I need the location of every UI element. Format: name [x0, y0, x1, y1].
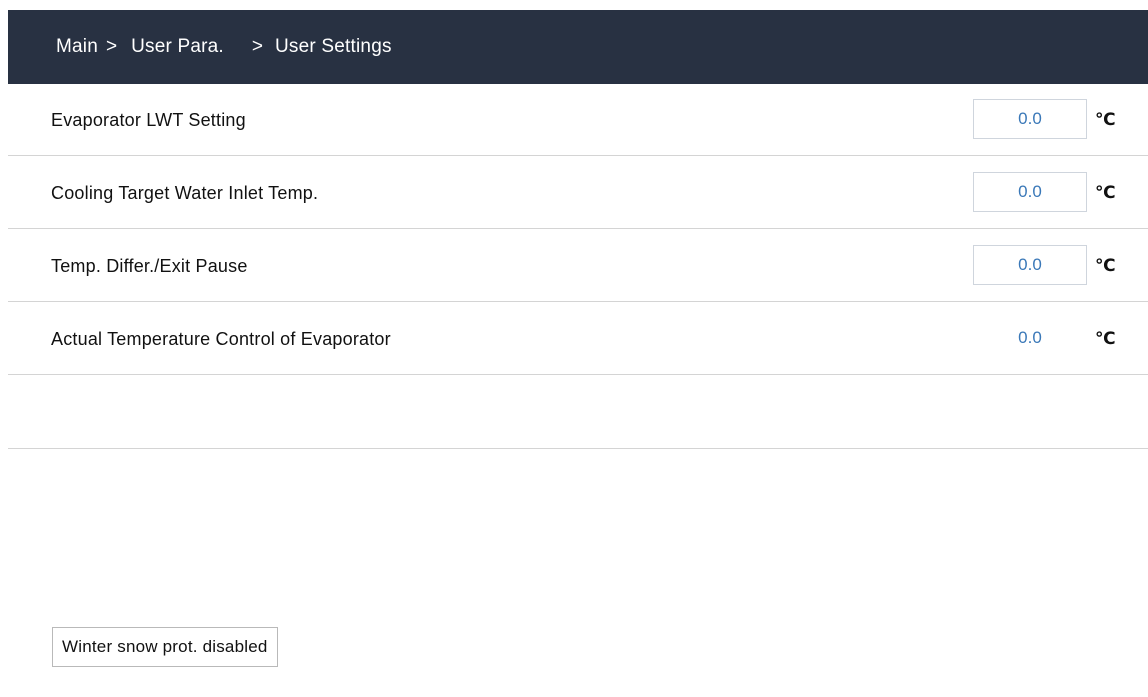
breadcrumb-item-main[interactable]: Main — [56, 36, 98, 58]
setting-row-cooling-target-inlet: Cooling Target Water Inlet Temp. 0.0 ℃ — [8, 157, 1148, 229]
empty-row — [8, 375, 1148, 449]
setting-label: Temp. Differ./Exit Pause — [51, 256, 248, 276]
setting-label: Actual Temperature Control of Evaporator — [51, 329, 391, 349]
setting-label: Cooling Target Water Inlet Temp. — [51, 183, 319, 203]
unit-label: ℃ — [1095, 183, 1116, 203]
unit-label: ℃ — [1095, 256, 1116, 276]
setting-row-evaporator-lwt: Evaporator LWT Setting 0.0 ℃ — [8, 84, 1148, 156]
unit-label: ℃ — [1095, 329, 1116, 349]
temp-differ-exit-pause-input[interactable]: 0.0 — [973, 245, 1087, 285]
cooling-target-inlet-input[interactable]: 0.0 — [973, 172, 1087, 212]
winter-snow-protection-status: Winter snow prot. disabled — [52, 627, 278, 667]
breadcrumb-item-user-para[interactable]: User Para. — [131, 36, 224, 58]
unit-label: ℃ — [1095, 110, 1116, 130]
setting-row-actual-temp-control: Actual Temperature Control of Evaporator… — [8, 303, 1148, 375]
breadcrumb: Main > User Para. > User Settings — [8, 10, 1148, 84]
breadcrumb-item-user-settings: User Settings — [275, 36, 392, 57]
setting-label: Evaporator LWT Setting — [51, 110, 246, 130]
evaporator-lwt-input[interactable]: 0.0 — [973, 99, 1087, 139]
setting-row-temp-differ-exit-pause: Temp. Differ./Exit Pause 0.0 ℃ — [8, 230, 1148, 302]
breadcrumb-separator: > — [105, 36, 118, 57]
breadcrumb-separator: > — [251, 36, 264, 57]
actual-temp-control-value: 0.0 — [1018, 328, 1042, 347]
